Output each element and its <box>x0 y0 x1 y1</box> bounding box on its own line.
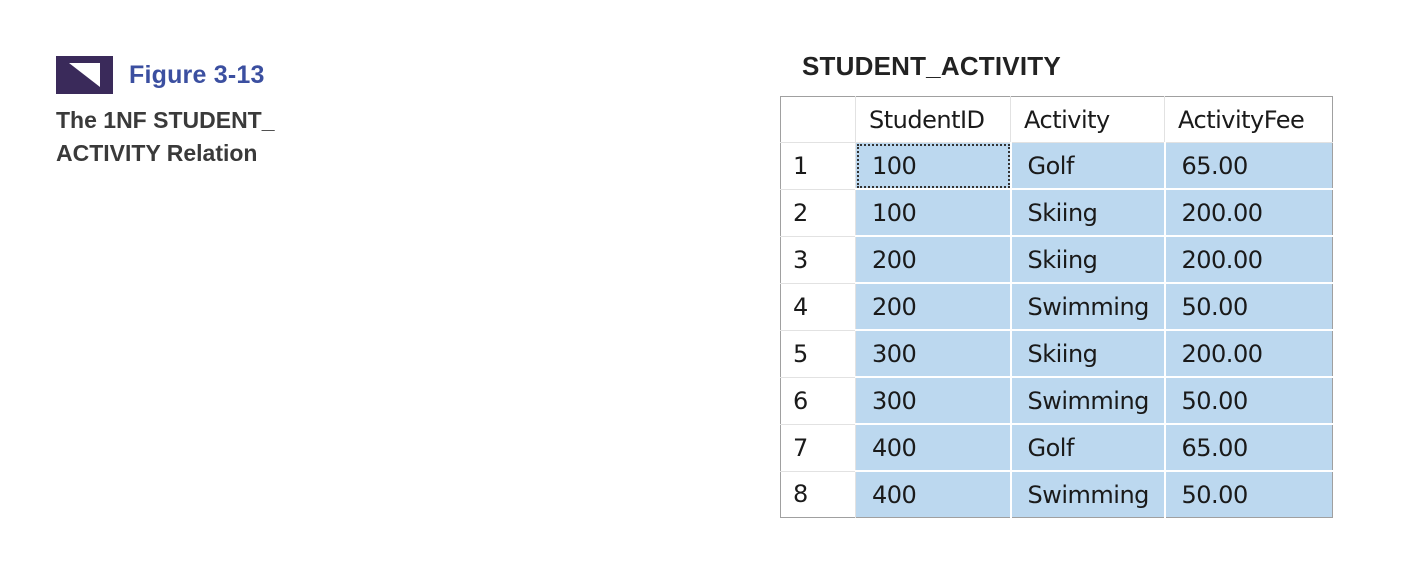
cell-activityfee[interactable]: 200.00 <box>1164 236 1333 284</box>
table-row: 7 400 Golf 65.00 <box>780 424 1333 472</box>
table-row: 3 200 Skiing 200.00 <box>780 236 1333 284</box>
figure-marker-icon <box>56 56 113 94</box>
row-number[interactable]: 4 <box>780 283 856 331</box>
cell-activityfee[interactable]: 65.00 <box>1164 142 1333 190</box>
row-number[interactable]: 8 <box>780 471 856 518</box>
cell-activityfee[interactable]: 50.00 <box>1164 377 1333 425</box>
cell-studentid[interactable]: 100 <box>855 189 1012 237</box>
grid-header-row: StudentID Activity ActivityFee <box>780 96 1333 143</box>
figure-label: Figure 3-13 <box>129 60 265 89</box>
cell-activity[interactable]: Swimming <box>1010 471 1166 518</box>
cell-studentid[interactable]: 200 <box>855 283 1012 331</box>
table-row: 8 400 Swimming 50.00 <box>780 471 1333 518</box>
cell-activity[interactable]: Golf <box>1010 424 1166 472</box>
cell-activityfee[interactable]: 200.00 <box>1164 330 1333 378</box>
cell-activityfee[interactable]: 200.00 <box>1164 189 1333 237</box>
cell-activity[interactable]: Swimming <box>1010 377 1166 425</box>
cell-studentid[interactable]: 300 <box>855 377 1012 425</box>
figure-description: The 1NF STUDENT_ ACTIVITY Relation <box>56 104 275 170</box>
column-header-activity[interactable]: Activity <box>1010 96 1165 143</box>
cell-studentid[interactable]: 300 <box>855 330 1012 378</box>
cell-studentid[interactable]: 400 <box>855 471 1012 518</box>
table-row: 6 300 Swimming 50.00 <box>780 377 1333 425</box>
row-number[interactable]: 1 <box>780 142 856 190</box>
grid-corner-cell[interactable] <box>780 96 856 143</box>
cell-activity[interactable]: Skiing <box>1010 330 1166 378</box>
figure-description-line-2: ACTIVITY Relation <box>56 140 258 166</box>
cell-activityfee[interactable]: 50.00 <box>1164 283 1333 331</box>
cell-activity[interactable]: Skiing <box>1010 189 1166 237</box>
figure-header: Figure 3-13 <box>56 56 275 94</box>
cell-studentid[interactable]: 100 <box>855 142 1012 190</box>
row-number[interactable]: 6 <box>780 377 856 425</box>
cell-activityfee[interactable]: 50.00 <box>1164 471 1333 518</box>
cell-activity[interactable]: Swimming <box>1010 283 1166 331</box>
cell-activityfee[interactable]: 65.00 <box>1164 424 1333 472</box>
cell-activity[interactable]: Golf <box>1010 142 1166 190</box>
cell-studentid[interactable]: 200 <box>855 236 1012 284</box>
student-activity-grid: StudentID Activity ActivityFee 1 100 Gol… <box>780 96 1333 518</box>
cell-activity[interactable]: Skiing <box>1010 236 1166 284</box>
cell-studentid[interactable]: 400 <box>855 424 1012 472</box>
column-header-studentid[interactable]: StudentID <box>855 96 1011 143</box>
table-title: STUDENT_ACTIVITY <box>802 51 1061 81</box>
row-number[interactable]: 7 <box>780 424 856 472</box>
row-number[interactable]: 3 <box>780 236 856 284</box>
table-row: 1 100 Golf 65.00 <box>780 142 1333 190</box>
row-number[interactable]: 5 <box>780 330 856 378</box>
table-row: 5 300 Skiing 200.00 <box>780 330 1333 378</box>
column-header-activityfee[interactable]: ActivityFee <box>1164 96 1333 143</box>
table-row: 4 200 Swimming 50.00 <box>780 283 1333 331</box>
table-row: 2 100 Skiing 200.00 <box>780 189 1333 237</box>
figure-description-line-1: The 1NF STUDENT_ <box>56 107 275 133</box>
row-number[interactable]: 2 <box>780 189 856 237</box>
figure-caption: Figure 3-13 The 1NF STUDENT_ ACTIVITY Re… <box>56 56 275 170</box>
